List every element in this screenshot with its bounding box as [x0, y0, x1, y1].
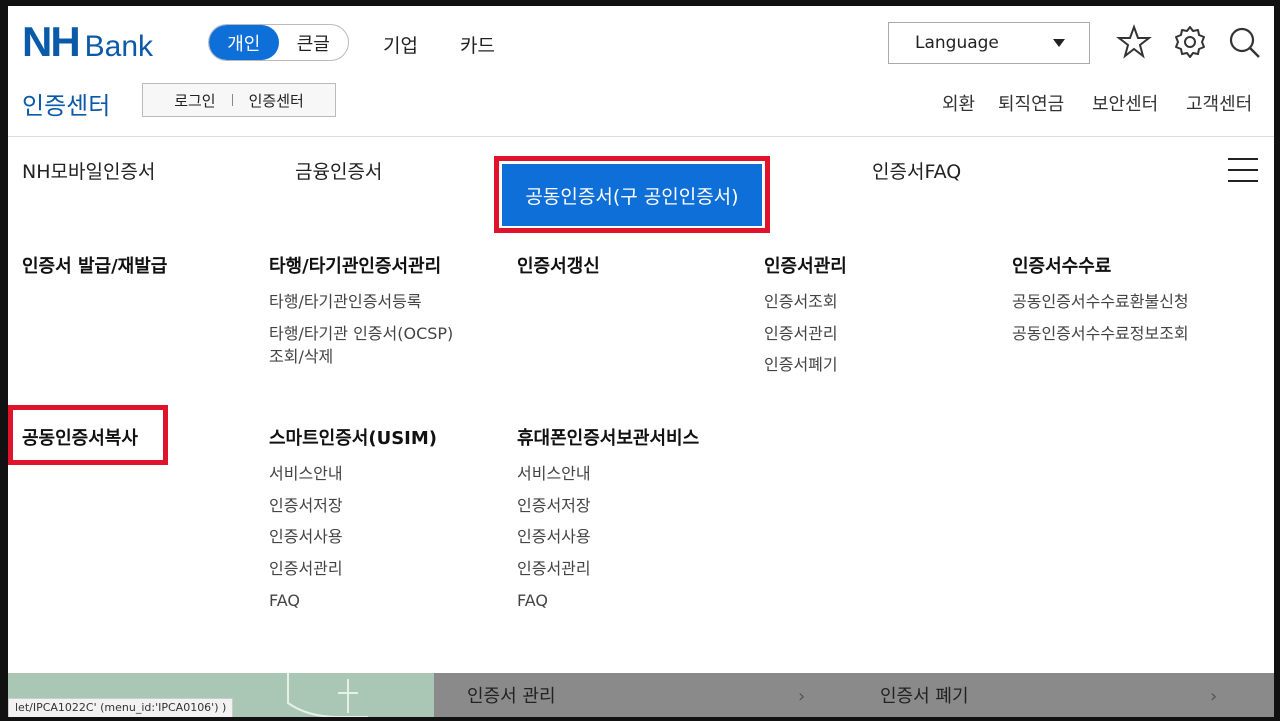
- menu-smart-cert-usim[interactable]: 스마트인증서(USIM): [269, 424, 437, 450]
- menu-cert-fee[interactable]: 인증서수수료: [1012, 252, 1111, 278]
- gear-icon[interactable]: [1172, 24, 1208, 60]
- language-label: Language: [915, 33, 999, 53]
- nav-card[interactable]: 카드: [460, 31, 495, 58]
- gnb-cert-faq[interactable]: 인증서FAQ: [872, 157, 961, 184]
- menu-joint-cert-copy[interactable]: 공동인증서복사: [22, 424, 138, 450]
- menu-usim-faq[interactable]: FAQ: [269, 590, 300, 612]
- util-pension[interactable]: 퇴직연금: [998, 90, 1064, 116]
- section-title[interactable]: 인증센터: [22, 86, 110, 121]
- menu-phone-cert-use[interactable]: 인증서사용: [517, 526, 591, 548]
- menu-usim-cert-use[interactable]: 인증서사용: [269, 526, 343, 548]
- menu-phone-cert-manage[interactable]: 인증서관리: [517, 558, 591, 580]
- bottom-cert-manage[interactable]: 인증서 관리: [467, 673, 556, 717]
- menu-cert-lookup[interactable]: 인증서조회: [764, 291, 838, 313]
- menu-other-bank-ocsp[interactable]: 타행/타기관 인증서(OCSP): [269, 323, 453, 345]
- page: NH Bank 개인 큰글 기업 카드 Language 인증센터 로그인 인증…: [8, 6, 1274, 717]
- menu-issue-reissue[interactable]: 인증서 발급/재발급: [22, 252, 167, 278]
- menu-cert-revoke[interactable]: 인증서폐기: [764, 354, 838, 376]
- util-forex[interactable]: 외환: [942, 90, 975, 116]
- bottom-cert-revoke[interactable]: 인증서 폐기: [880, 673, 969, 717]
- breadcrumb: 로그인 인증센터: [142, 83, 336, 117]
- search-icon[interactable]: [1226, 24, 1262, 60]
- menu-usim-service-info[interactable]: 서비스안내: [269, 463, 343, 485]
- star-icon[interactable]: [1116, 24, 1152, 60]
- menu-other-bank-cert[interactable]: 타행/타기관인증서관리: [269, 252, 441, 278]
- menu-phone-cert-save[interactable]: 인증서저장: [517, 495, 591, 517]
- breadcrumb-login[interactable]: 로그인: [174, 90, 215, 111]
- menu-other-bank-register[interactable]: 타행/타기관인증서등록: [269, 291, 422, 313]
- logo-bank: Bank: [84, 30, 154, 63]
- status-bar-url: let/IPCA1022C' (menu_id:'IPCA0106') ): [8, 698, 234, 717]
- chevron-right-icon: ›: [798, 686, 806, 707]
- menu-fee-refund[interactable]: 공동인증서수수료환불신청: [1012, 291, 1189, 313]
- caret-down-icon: [1053, 39, 1065, 47]
- breadcrumb-center[interactable]: 인증센터: [249, 90, 304, 111]
- menu-usim-cert-save[interactable]: 인증서저장: [269, 495, 343, 517]
- gnb-joint-cert[interactable]: 공동인증서(구 공인인증서): [502, 164, 762, 226]
- language-select[interactable]: Language: [888, 22, 1090, 64]
- menu-phone-cert-storage[interactable]: 휴대폰인증서보관서비스: [517, 424, 699, 450]
- segment-large-font[interactable]: 큰글: [279, 25, 349, 60]
- util-security-center[interactable]: 보안센터: [1092, 90, 1158, 116]
- nh-bank-logo[interactable]: NH Bank: [22, 18, 154, 65]
- menu-icon[interactable]: [1228, 158, 1258, 182]
- menu-other-bank-ocsp-2[interactable]: 조회/삭제: [269, 346, 333, 368]
- logo-nh: NH: [22, 18, 81, 65]
- menu-fee-info[interactable]: 공동인증서수수료정보조회: [1012, 323, 1189, 345]
- util-customer-center[interactable]: 고객센터: [1186, 90, 1252, 116]
- menu-usim-cert-manage[interactable]: 인증서관리: [269, 558, 343, 580]
- menu-phone-service-info[interactable]: 서비스안내: [517, 463, 591, 485]
- personal-largefont-toggle: 개인 큰글: [208, 24, 349, 61]
- nav-corporate[interactable]: 기업: [383, 31, 418, 58]
- chevron-right-icon: ›: [1210, 686, 1218, 707]
- gnb-financial-cert[interactable]: 금융인증서: [295, 157, 382, 184]
- breadcrumb-separator: [231, 94, 233, 106]
- menu-cert-renewal[interactable]: 인증서갱신: [517, 252, 600, 278]
- segment-personal[interactable]: 개인: [209, 25, 279, 60]
- menu-phone-faq[interactable]: FAQ: [517, 590, 548, 612]
- gnb-nh-mobile-cert[interactable]: NH모바일인증서: [22, 157, 155, 184]
- menu-cert-management[interactable]: 인증서관리: [764, 252, 847, 278]
- menu-cert-manage[interactable]: 인증서관리: [764, 323, 838, 345]
- header-divider: [8, 136, 1274, 137]
